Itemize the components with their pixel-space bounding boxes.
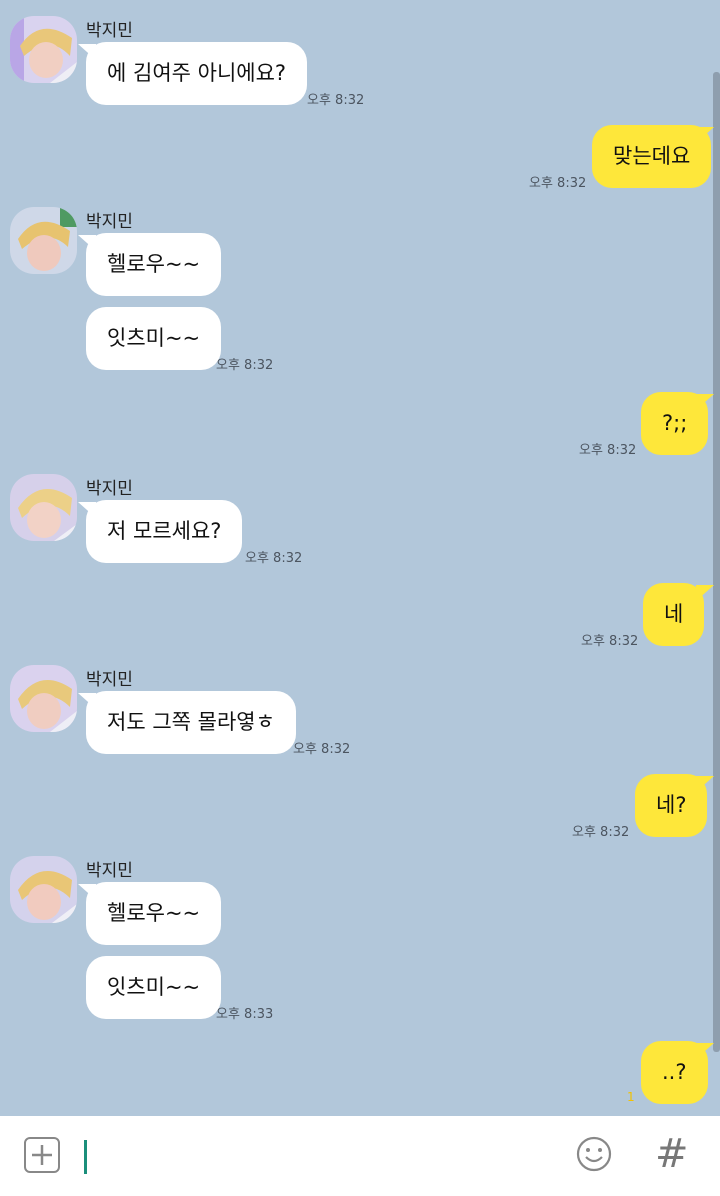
message-time: 오후 8:32 <box>529 176 587 191</box>
sender-name: 박지민 <box>86 21 133 41</box>
avatar-image <box>10 474 77 541</box>
outgoing-message[interactable]: 맞는데요 <box>592 125 712 188</box>
avatar[interactable] <box>10 207 77 274</box>
message-time: 오후 8:32 <box>216 358 274 373</box>
message-time: 오후 8:32 <box>307 93 365 108</box>
incoming-message[interactable]: 에 김여주 아니에요? <box>86 42 308 105</box>
incoming-message[interactable]: 잇츠미~~ <box>86 307 222 370</box>
avatar[interactable] <box>10 665 77 732</box>
avatar-image <box>10 665 77 732</box>
avatar[interactable] <box>10 474 77 541</box>
message-time: 오후 8:32 <box>581 634 639 649</box>
unread-count: 1 <box>627 1090 635 1104</box>
chat-scrollbar[interactable] <box>713 72 720 1052</box>
smiley-icon <box>576 1136 612 1172</box>
incoming-message[interactable]: 저 모르세요? <box>86 500 243 563</box>
sender-name: 박지민 <box>86 861 133 881</box>
message-time: 오후 8:32 <box>572 825 630 840</box>
hash-button[interactable]: # <box>655 1132 689 1176</box>
incoming-message[interactable]: 잇츠미~~ <box>86 956 222 1019</box>
outgoing-message[interactable]: 네 <box>643 583 705 646</box>
plus-square-icon <box>32 1145 52 1165</box>
emoji-button[interactable] <box>576 1136 612 1172</box>
message-time: 오후 8:32 <box>579 443 637 458</box>
message-input[interactable] <box>84 1132 554 1180</box>
chat-area[interactable]: 박지민 에 김여주 아니에요? 오후 8:32 맞는데요 오후 8:32 박지민… <box>0 0 720 1116</box>
sender-name: 박지민 <box>86 670 133 690</box>
avatar[interactable] <box>10 16 77 83</box>
message-time: 오후 8:32 <box>245 551 303 566</box>
sender-name: 박지민 <box>86 212 133 232</box>
bubble-tail <box>696 585 714 601</box>
message-time: 오후 8:32 <box>293 742 351 757</box>
incoming-message[interactable]: 저도 그쪽 몰라옇ㅎ <box>86 691 296 754</box>
sender-name: 박지민 <box>86 479 133 499</box>
plus-icon[interactable] <box>24 1137 60 1173</box>
avatar[interactable] <box>10 856 77 923</box>
message-time: 오후 8:33 <box>216 1007 274 1022</box>
avatar-image <box>10 16 77 83</box>
incoming-message[interactable]: 헬로우~~ <box>86 233 222 296</box>
avatar-image <box>10 856 77 923</box>
message-input-bar: # <box>0 1116 720 1196</box>
avatar-image <box>10 207 77 274</box>
incoming-message[interactable]: 헬로우~~ <box>86 882 222 945</box>
